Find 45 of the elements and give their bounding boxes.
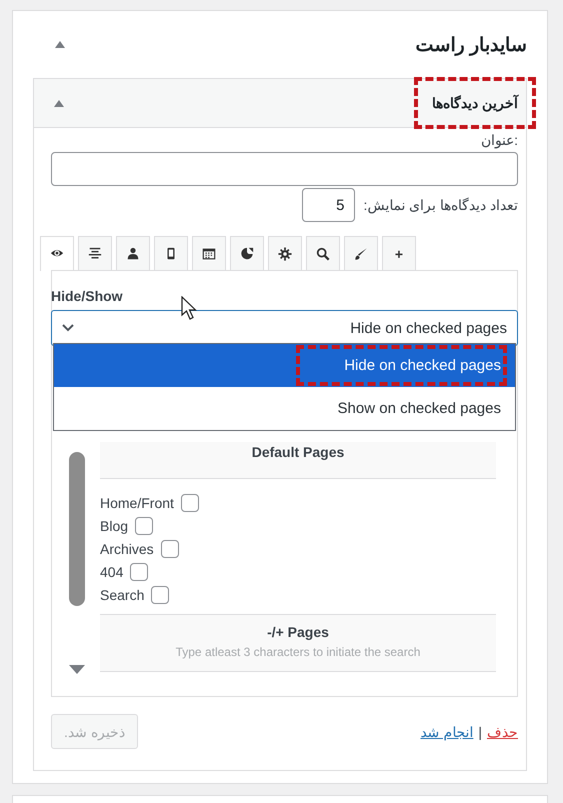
checkbox[interactable] <box>135 516 154 534</box>
settings-tab[interactable] <box>40 236 74 271</box>
user-icon <box>126 246 140 260</box>
settings-tab[interactable] <box>154 236 188 270</box>
default-pages-header: Default Pages <box>100 442 496 479</box>
calendar-icon <box>202 246 216 260</box>
pages-search-title: -/+ Pages <box>266 624 330 640</box>
pages-search-hint: Type atleast 3 characters to initiate the search <box>174 645 422 659</box>
checkbox[interactable] <box>180 494 199 512</box>
visibility-label: Hide/Show <box>51 288 124 304</box>
collapse-arrow-icon[interactable] <box>54 100 64 106</box>
link-separator: | <box>478 724 482 740</box>
scroll-down-icon[interactable] <box>68 665 84 675</box>
settings-tab[interactable] <box>230 236 264 270</box>
align-icon <box>88 246 102 260</box>
title-label: عنوان: <box>480 132 518 148</box>
count-label: تعداد دیدگاه‌ها برای نمایش: <box>363 197 518 213</box>
collapse-arrow-icon[interactable] <box>55 41 65 48</box>
settings-tab[interactable] <box>192 236 226 270</box>
add-tab[interactable]: + <box>382 236 416 270</box>
dropdown-option[interactable]: Show on checked pages <box>54 387 515 430</box>
page-label: Archives <box>100 540 154 556</box>
sidebar-title: سایدبار راست <box>416 34 527 56</box>
checkbox[interactable] <box>160 540 179 558</box>
page-label: Search <box>100 586 144 602</box>
done-link[interactable]: انجام شد <box>420 724 474 740</box>
settings-tab[interactable] <box>78 236 112 270</box>
brush-icon <box>354 246 368 260</box>
settings-tab[interactable] <box>306 236 340 270</box>
search-icon <box>316 246 330 260</box>
checkbox[interactable] <box>130 562 148 580</box>
chevron-down-icon <box>62 324 74 332</box>
page-label: 404 <box>100 564 124 580</box>
page-label: Blog <box>100 518 128 534</box>
delete-link[interactable]: حذف <box>487 724 518 740</box>
dropdown-option[interactable]: Hide on checked pages <box>54 344 515 387</box>
count-input[interactable]: 5 <box>302 188 356 222</box>
gear-icon <box>278 246 292 260</box>
title-input[interactable] <box>51 152 518 186</box>
settings-tab[interactable] <box>268 236 302 270</box>
settings-tab[interactable] <box>116 236 150 270</box>
scrollbar-thumb[interactable] <box>68 452 84 606</box>
widget-title[interactable]: آخرین دیدگاه‌ها <box>414 77 536 129</box>
page-label: Home/Front <box>100 494 174 510</box>
checkbox[interactable] <box>151 586 170 604</box>
